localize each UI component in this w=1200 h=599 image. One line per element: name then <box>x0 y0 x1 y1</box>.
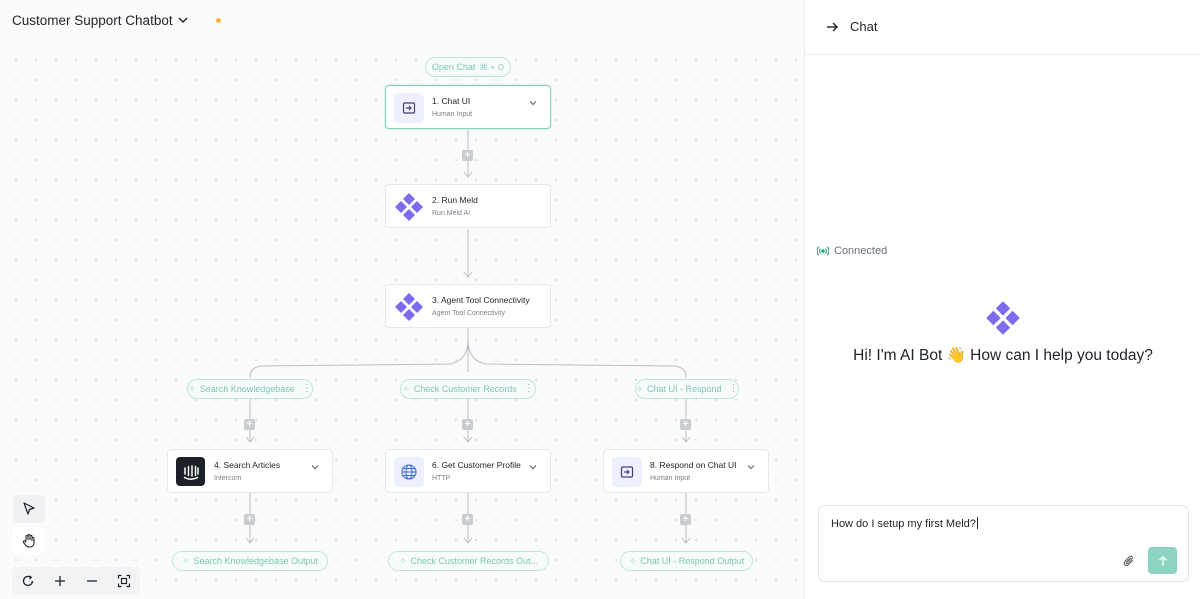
node-title: 3. Agent Tool Connectivity <box>432 295 530 305</box>
node-search-articles[interactable]: 4. Search Articles Intercom <box>167 449 333 493</box>
arrow-right-icon[interactable] <box>825 20 839 34</box>
reset-view-button[interactable] <box>18 571 38 591</box>
node-subtitle: Agent Tool Connectivity <box>432 310 506 317</box>
chevron-down-icon[interactable] <box>176 13 190 27</box>
zoom-toolbar <box>12 567 140 595</box>
node-subtitle: Human Input <box>432 111 473 118</box>
output-chat-ui-respond[interactable]: ✧ Chat UI - Respond Output <box>620 551 753 571</box>
spark-icon: ✧ <box>628 555 637 566</box>
connection-status-label: Connected <box>834 245 888 257</box>
node-title: 2. Run Meld <box>432 195 478 205</box>
add-step-button[interactable]: + <box>244 419 255 430</box>
branch-label: Chat UI - Respond <box>647 384 722 394</box>
input-icon <box>612 457 642 487</box>
chevron-down-icon[interactable] <box>528 98 538 108</box>
fit-screen-icon <box>117 574 131 588</box>
node-run-meld[interactable]: 2. Run Meld Run Meld AI <box>385 184 551 228</box>
intercom-icon <box>176 457 205 486</box>
input-icon <box>394 93 424 123</box>
node-title: 6. Get Customer Profile <box>432 460 521 470</box>
meld-logo-icon <box>394 292 424 322</box>
workflow-title[interactable]: Customer Support Chatbot <box>12 13 173 28</box>
minus-icon <box>87 580 97 582</box>
branch-search-knowledgebase[interactable]: ✧ Search Knowledgebase ⋮ <box>187 379 313 399</box>
meld-logo-icon <box>986 301 1020 335</box>
output-label: Chat UI - Respond Output <box>640 556 745 566</box>
output-label: Check Customer Records Out... <box>410 556 539 566</box>
node-subtitle: Intercom <box>214 475 242 482</box>
workflow-header: Customer Support Chatbot <box>0 0 804 42</box>
trigger-shortcut: ⌘ + O <box>479 61 505 72</box>
meld-logo-icon <box>394 192 424 222</box>
chat-input-text: How do I setup my first Meld? <box>831 518 976 530</box>
refresh-icon <box>22 575 34 587</box>
branch-check-customer-records[interactable]: ✧ Check Customer Records ⋮ <box>400 379 536 399</box>
add-step-button[interactable]: + <box>680 419 691 430</box>
paperclip-icon[interactable] <box>1122 554 1136 568</box>
spark-icon: ✧ <box>635 383 643 394</box>
globe-icon <box>394 457 424 487</box>
unsaved-indicator <box>216 18 221 23</box>
chevron-down-icon[interactable] <box>528 462 538 472</box>
chevron-down-icon[interactable] <box>310 462 320 472</box>
add-step-button[interactable]: + <box>462 514 473 525</box>
branch-label: Check Customer Records <box>413 384 517 394</box>
branch-chat-ui-respond[interactable]: ✧ Chat UI - Respond ⋮ <box>635 379 739 399</box>
branch-label: Search Knowledgebase <box>199 384 295 394</box>
pointer-icon <box>23 502 35 515</box>
bot-greeting: Hi! I'm AI Bot 👋 How can I help you toda… <box>853 347 1153 364</box>
node-agent-tool-connectivity[interactable]: 3. Agent Tool Connectivity Agent Tool Co… <box>385 284 551 328</box>
node-get-customer-profile[interactable]: 6. Get Customer Profile HTTP <box>385 449 551 493</box>
spark-icon: ✧ <box>398 555 407 566</box>
chevron-down-icon[interactable] <box>746 462 756 472</box>
open-chat-trigger[interactable]: Open Chat ⌘ + O <box>425 57 511 77</box>
node-subtitle: Run Meld AI <box>432 210 471 217</box>
chat-header: Chat <box>805 0 1200 55</box>
chat-input[interactable]: How do I setup my first Meld? <box>831 517 1131 530</box>
more-options-icon[interactable]: ⋮ <box>302 384 312 394</box>
add-step-button[interactable]: + <box>244 514 255 525</box>
spark-icon: ✧ <box>402 383 410 394</box>
send-button[interactable] <box>1148 547 1177 574</box>
chat-composer[interactable]: How do I setup my first Meld? <box>818 505 1189 582</box>
spark-icon: ✧ <box>188 383 196 394</box>
output-check-customer-records[interactable]: ✧ Check Customer Records Out... <box>388 551 549 571</box>
plus-icon <box>55 576 65 586</box>
node-respond-on-chat-ui[interactable]: 8. Respond on Chat UI Human Input <box>603 449 769 493</box>
node-title: 1. Chat UI <box>432 96 471 106</box>
output-search-knowledgebase[interactable]: ✧ Search Knowledgebase Output <box>172 551 328 571</box>
chat-title: Chat <box>850 19 878 34</box>
trigger-label: Open Chat <box>431 62 476 72</box>
output-label: Search Knowledgebase Output <box>193 556 319 566</box>
pan-tool-button[interactable] <box>13 527 45 555</box>
more-options-icon[interactable]: ⋮ <box>729 384 739 394</box>
zoom-out-button[interactable] <box>82 571 102 591</box>
node-title: 8. Respond on Chat UI <box>650 460 737 470</box>
node-subtitle: HTTP <box>432 475 451 482</box>
broadcast-icon <box>817 246 829 256</box>
hand-icon <box>22 533 35 548</box>
node-subtitle: Human Input <box>650 475 691 482</box>
node-title: 4. Search Articles <box>214 460 281 470</box>
add-step-button[interactable]: + <box>462 419 473 430</box>
text-caret <box>976 517 978 529</box>
select-tool-button[interactable] <box>13 495 45 523</box>
add-step-button[interactable]: + <box>462 150 473 161</box>
arrow-up-icon <box>1158 555 1167 565</box>
node-chat-ui[interactable]: 1. Chat UI Human Input <box>385 85 551 129</box>
spark-icon: ✧ <box>181 555 190 566</box>
workflow-canvas[interactable]: Customer Support Chatbot Open Chat ⌘ + O… <box>0 0 804 599</box>
add-step-button[interactable]: + <box>680 514 691 525</box>
chat-panel: Chat Connected Hi! I'm AI Bot 👋 How can … <box>804 0 1200 599</box>
more-options-icon[interactable]: ⋮ <box>524 384 534 394</box>
connection-status: Connected <box>817 245 887 257</box>
fit-view-button[interactable] <box>114 571 134 591</box>
zoom-in-button[interactable] <box>50 571 70 591</box>
